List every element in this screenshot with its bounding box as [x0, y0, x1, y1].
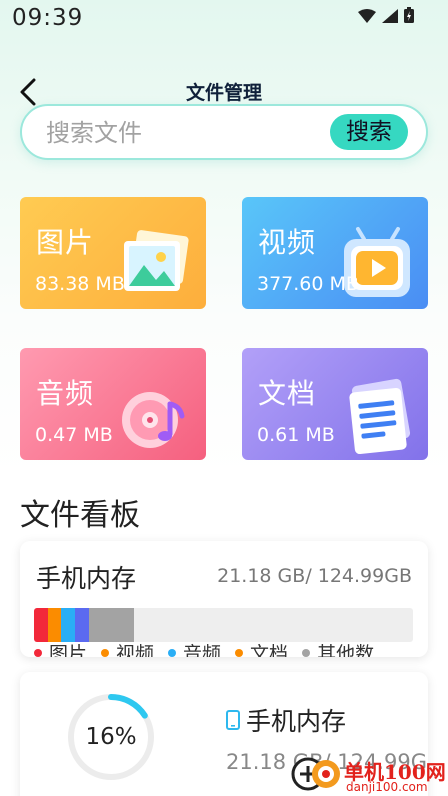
legend-dot-icon — [302, 648, 311, 657]
storage-board-card[interactable]: 手机内存 21.18 GB/ 124.99GB 图片 视频 音频 文档 其他数 — [20, 541, 428, 657]
category-card-documents[interactable]: 文档 0.61 MB — [242, 348, 428, 460]
search-bar: 搜索 — [20, 104, 428, 160]
legend-label: 图片 — [49, 643, 88, 657]
legend-label: 音频 — [183, 643, 222, 657]
storage-legend: 图片 视频 音频 文档 其他数 — [34, 639, 374, 657]
usage-segment — [88, 608, 135, 642]
status-icons — [358, 7, 414, 27]
board-storage-usage: 21.18 GB/ 124.99GB — [217, 565, 412, 587]
site-watermark: 单机100网 danji100.com — [288, 750, 448, 796]
legend-item: 其他数 — [302, 639, 374, 657]
legend-item: 视频 — [101, 639, 154, 657]
legend-label: 其他数 — [317, 643, 375, 657]
section-title: 文件看板 — [20, 498, 140, 533]
search-button[interactable]: 搜索 — [330, 114, 408, 150]
card-label: 音频 — [36, 377, 95, 410]
legend-dot-icon — [235, 648, 244, 657]
card-size: 377.60 MB — [257, 273, 359, 295]
legend-dot-icon — [168, 648, 177, 657]
legend-label: 视频 — [116, 643, 155, 657]
legend-dot-icon — [34, 648, 42, 657]
card-label: 文档 — [258, 377, 317, 410]
image-gallery-icon — [124, 230, 189, 291]
battery-icon — [404, 7, 414, 27]
storage-name: 手机内存 — [246, 707, 347, 736]
legend-item: 文档 — [235, 639, 288, 657]
search-input[interactable] — [46, 116, 316, 150]
legend-item: 图片 — [34, 639, 87, 657]
usage-segment — [48, 608, 61, 642]
status-time: 09:39 — [12, 5, 84, 31]
music-disc-icon — [122, 392, 185, 448]
category-card-videos[interactable]: 视频 377.60 MB — [242, 197, 428, 309]
card-label: 图片 — [36, 226, 95, 259]
watermark-logo-icon — [291, 757, 340, 791]
card-size: 0.61 MB — [257, 424, 335, 446]
usage-segment — [60, 608, 75, 642]
usage-segment — [74, 608, 89, 642]
page-title: 文件管理 — [185, 82, 262, 104]
signal-icon — [382, 8, 398, 27]
document-icon — [349, 378, 411, 455]
category-card-audio[interactable]: 音频 0.47 MB — [20, 348, 206, 460]
legend-label: 文档 — [250, 643, 289, 657]
watermark-url: danji100.com — [346, 780, 428, 794]
wifi-icon — [358, 8, 376, 27]
legend-item: 音频 — [168, 639, 221, 657]
category-card-images[interactable]: 图片 83.38 MB — [20, 197, 206, 309]
phone-icon — [226, 710, 240, 730]
card-label: 视频 — [258, 226, 317, 259]
status-bar: 09:39 — [0, 0, 448, 40]
card-size: 83.38 MB — [35, 273, 125, 295]
usage-segment — [34, 608, 49, 642]
board-storage-name: 手机内存 — [36, 564, 137, 593]
storage-usage-bar — [34, 608, 413, 642]
legend-dot-icon — [101, 648, 110, 657]
card-size: 0.47 MB — [35, 424, 113, 446]
storage-percent: 16% — [85, 724, 137, 750]
